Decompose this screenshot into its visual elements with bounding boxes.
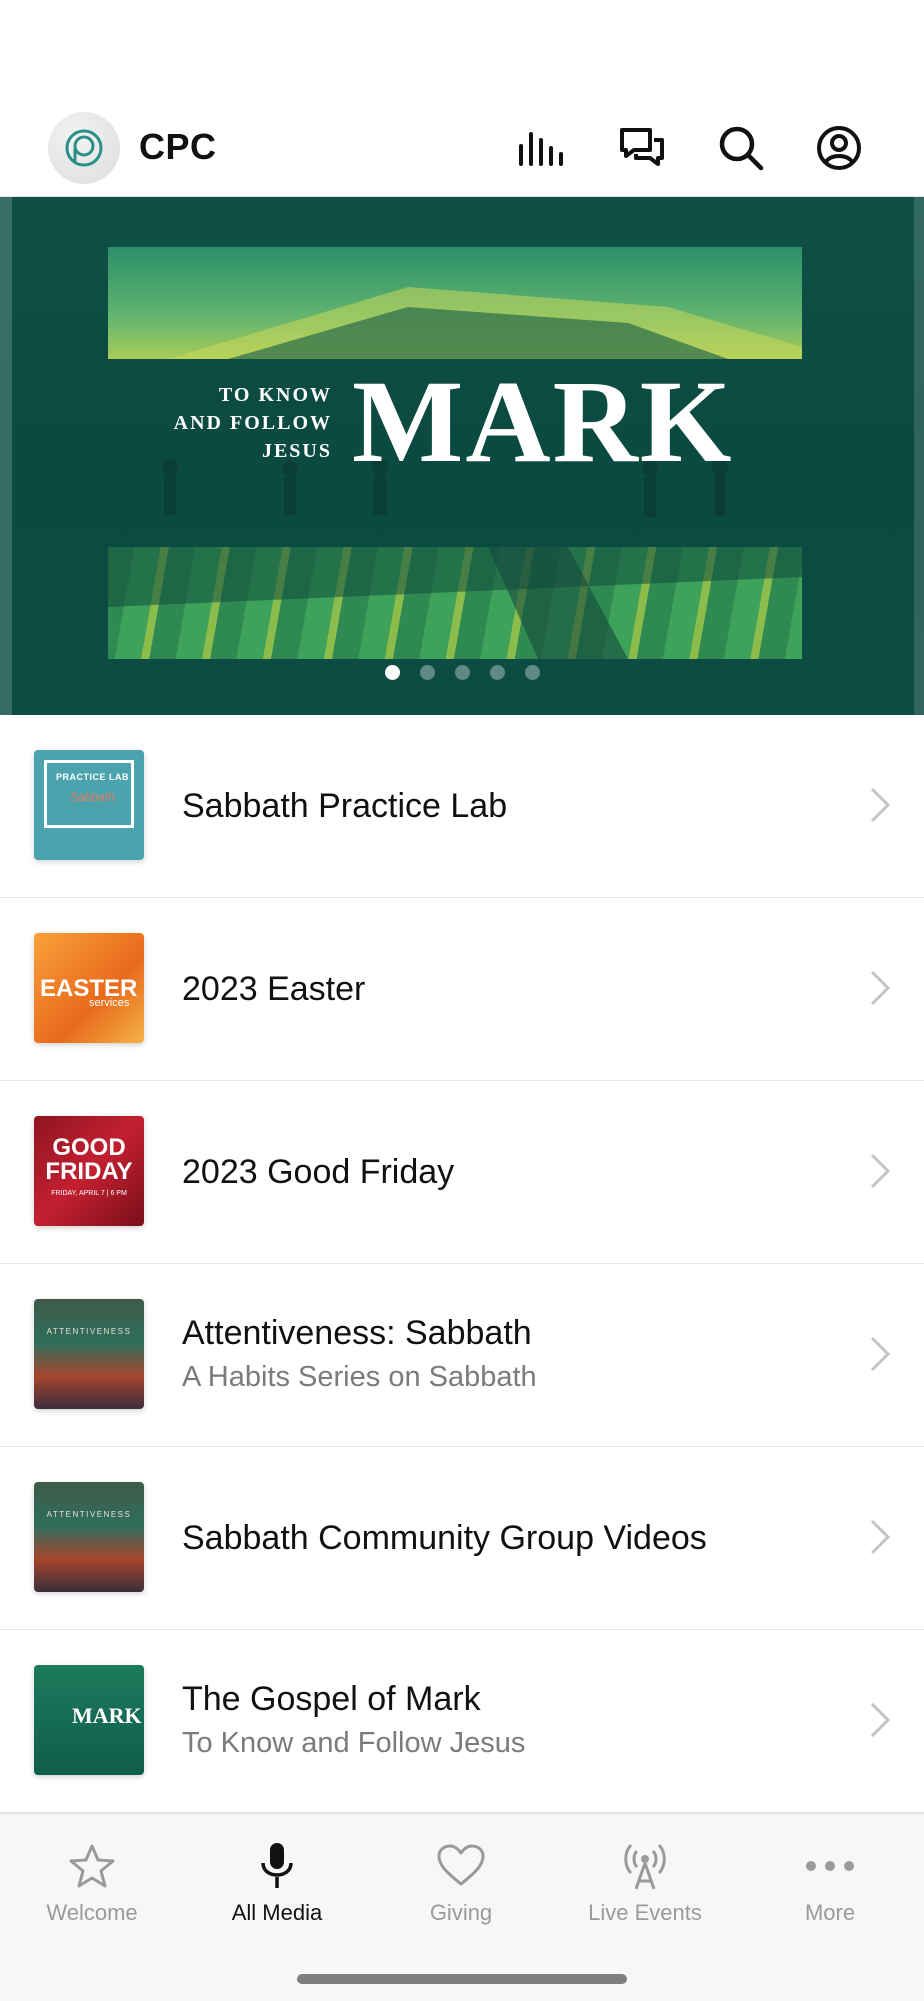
thumbnail-text: PRACTICE LAB: [56, 772, 129, 782]
app-header: CPC: [0, 108, 924, 196]
brand-name: CPC: [139, 126, 217, 167]
list-item[interactable]: ATTENTIVENESS Sabbath Community Group Vi…: [0, 1447, 924, 1630]
chevron-right-icon: [870, 1153, 891, 1189]
list-item[interactable]: PRACTICE LAB Sabbath Sabbath Practice La…: [0, 715, 924, 898]
search-icon[interactable]: [715, 122, 767, 174]
list-item-subtitle: To Know and Follow Jesus: [182, 1727, 526, 1759]
hero-banner[interactable]: TO KNOW AND FOLLOW JESUS MARK: [0, 197, 924, 715]
list-item[interactable]: GOOD FRIDAY FRIDAY, APRIL 7 | 6 PM 2023 …: [0, 1081, 924, 1264]
media-list: PRACTICE LAB Sabbath Sabbath Practice La…: [0, 715, 924, 1813]
tab-label: Welcome: [46, 1900, 138, 1925]
chat-icon[interactable]: [616, 122, 668, 174]
list-item-title: Sabbath Community Group Videos: [182, 1519, 707, 1557]
list-item-title: Attentiveness: Sabbath: [182, 1314, 532, 1352]
series-thumbnail: PRACTICE LAB Sabbath: [34, 750, 144, 860]
hero-edge-right: [914, 197, 924, 715]
hero-edge-left: [0, 197, 12, 715]
star-icon: [7, 1836, 177, 1896]
series-thumbnail: MARK: [34, 1665, 144, 1775]
list-item[interactable]: EASTER services 2023 Easter: [0, 898, 924, 1081]
thumbnail-text: ATTENTIVENESS: [46, 1510, 132, 1519]
list-item-text: 2023 Easter: [182, 970, 365, 1009]
tab-live-events[interactable]: Live Events: [560, 1836, 730, 1926]
hero-tagline: TO KNOW AND FOLLOW JESUS: [100, 381, 332, 465]
carousel-dot[interactable]: [419, 665, 435, 680]
chevron-right-icon: [870, 1519, 891, 1555]
list-item-title: 2023 Good Friday: [182, 1153, 455, 1191]
series-thumbnail: ATTENTIVENESS: [34, 1299, 144, 1409]
church-logo[interactable]: [48, 112, 120, 184]
list-item[interactable]: ATTENTIVENESS Attentiveness: Sabbath A H…: [0, 1264, 924, 1447]
tab-more[interactable]: More: [745, 1836, 915, 1926]
chevron-right-icon: [870, 1702, 891, 1738]
thumbnail-text: MARK: [72, 1703, 142, 1728]
list-item-text: 2023 Good Friday: [182, 1153, 454, 1192]
hero-tagline-line: AND FOLLOW: [173, 412, 332, 434]
carousel-dot[interactable]: [489, 665, 505, 680]
list-item-subtitle: A Habits Series on Sabbath: [182, 1361, 537, 1393]
heart-icon: [376, 1836, 546, 1896]
tab-bar: Welcome All Media Giving Live Events Mor…: [0, 1813, 924, 2001]
list-item-text: Sabbath Practice Lab: [182, 787, 507, 826]
carousel-dot[interactable]: [384, 665, 400, 680]
chevron-right-icon: [870, 970, 891, 1006]
series-thumbnail: ATTENTIVENESS: [34, 1482, 144, 1592]
carousel-dot[interactable]: [524, 665, 540, 680]
list-item[interactable]: MARK The Gospel of Mark To Know and Foll…: [0, 1630, 924, 1813]
hero-tagline-line: TO KNOW: [218, 384, 332, 406]
tab-label: All Media: [231, 1900, 323, 1925]
hero-sea-image: [108, 247, 802, 359]
tab-label: More: [804, 1900, 856, 1925]
series-thumbnail: GOOD FRIDAY FRIDAY, APRIL 7 | 6 PM: [34, 1116, 144, 1226]
hero-title: MARK: [352, 356, 734, 487]
profile-icon[interactable]: [813, 122, 865, 174]
bars-icon[interactable]: [517, 122, 569, 174]
tab-welcome[interactable]: Welcome: [7, 1836, 177, 1926]
list-item-text: The Gospel of Mark To Know and Follow Je…: [182, 1680, 525, 1760]
list-item-title: 2023 Easter: [182, 970, 366, 1008]
more-icon: [745, 1836, 915, 1896]
list-item-title: The Gospel of Mark: [182, 1680, 481, 1718]
list-item-text: Sabbath Community Group Videos: [182, 1519, 707, 1558]
broadcast-icon: [560, 1836, 730, 1896]
logo-mark-icon: [65, 129, 103, 167]
carousel-dots: [0, 665, 924, 680]
list-item-text: Attentiveness: Sabbath A Habits Series o…: [182, 1314, 537, 1394]
home-indicator[interactable]: [297, 1974, 627, 1984]
chevron-right-icon: [870, 787, 891, 823]
thumbnail-text: ATTENTIVENESS: [46, 1327, 132, 1336]
thumbnail-text: Sabbath: [70, 790, 115, 804]
series-thumbnail: EASTER services: [34, 933, 144, 1043]
tab-giving[interactable]: Giving: [376, 1836, 546, 1926]
thumbnail-text: GOOD FRIDAY: [45, 1134, 133, 1185]
thumbnail-text: services: [89, 997, 130, 1009]
carousel-dot[interactable]: [454, 665, 470, 680]
microphone-icon: [192, 1836, 362, 1896]
hero-dock-image: [108, 547, 802, 659]
tab-label: Giving: [429, 1900, 493, 1925]
hero-tagline-line: JESUS: [261, 440, 332, 462]
list-item-title: Sabbath Practice Lab: [182, 787, 508, 825]
tab-label: Live Events: [588, 1900, 702, 1925]
thumbnail-text: FRIDAY, APRIL 7 | 6 PM: [51, 1190, 127, 1197]
chevron-right-icon: [870, 1336, 891, 1372]
tab-all-media[interactable]: All Media: [192, 1836, 362, 1926]
